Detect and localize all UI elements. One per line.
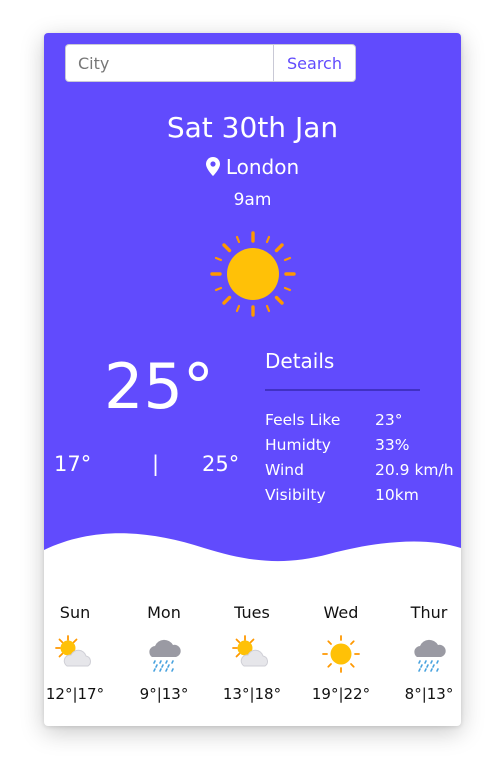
current-time: 9am (233, 190, 272, 210)
forecast-day-name: Thur (410, 603, 448, 622)
details-list: Feels Like 23° Humidty 33% Wind 20.9 km/… (265, 411, 461, 511)
search-button[interactable]: Search (273, 44, 356, 82)
forecast-temperatures: 12°|17° (45, 685, 105, 703)
detail-label: Visibilty (265, 486, 326, 504)
location-name: London (225, 155, 300, 179)
forecast-day-name: Mon (147, 603, 181, 622)
partly-cloudy-icon (55, 635, 91, 667)
detail-row-visibility: Visibilty 10km (265, 486, 461, 511)
detail-row-wind: Wind 20.9 km/h (265, 461, 461, 486)
low-temperature: 17° (54, 452, 92, 476)
weather-card: Search Sat 30th Jan London 9am (44, 33, 461, 726)
forecast-temperatures: 9°|13° (139, 685, 189, 703)
high-temperature: 25° (202, 452, 240, 476)
current-weather-panel: Search Sat 30th Jan London 9am (44, 33, 461, 573)
detail-label: Humidty (265, 436, 331, 454)
partly-cloudy-icon (232, 635, 268, 667)
forecast-list: Sun 12°|17° Mon 9°|13° Tues 13°|18° Wed … (44, 603, 461, 713)
forecast-temperatures: 13°|18° (222, 685, 282, 703)
current-location: London (44, 155, 461, 179)
detail-row-feels-like: Feels Like 23° (265, 411, 461, 436)
detail-row-humidity: Humidty 33% (265, 436, 461, 461)
forecast-day-name: Sun (59, 603, 91, 622)
forecast-day-tues: Tues 13°|18° (207, 603, 297, 703)
current-date: Sat 30th Jan (166, 111, 339, 144)
forecast-temperatures: 19°|22° (311, 685, 371, 703)
current-temperature: 25° (104, 350, 214, 423)
detail-value: 33% (375, 436, 410, 454)
forecast-day-thur: Thur 8°|13° (384, 603, 461, 703)
forecast-day-name: Tues (234, 603, 270, 622)
detail-label: Feels Like (265, 411, 341, 429)
forecast-temperatures: 8°|13° (404, 685, 454, 703)
details-title: Details (265, 349, 335, 373)
detail-value: 10km (375, 486, 419, 504)
rain-cloud-icon (414, 639, 446, 672)
rain-cloud-icon (149, 639, 181, 672)
detail-value: 20.9 km/h (375, 461, 454, 479)
forecast-day-wed: Wed 19°|22° (296, 603, 386, 703)
wave-divider (44, 533, 461, 608)
sun-icon (322, 635, 360, 673)
range-separator: | (152, 452, 160, 476)
details-divider (265, 389, 420, 391)
location-pin-icon (205, 157, 220, 176)
forecast-day-sun: Sun 12°|17° (44, 603, 120, 703)
sun-icon (210, 231, 296, 317)
city-search-input[interactable] (65, 44, 274, 82)
forecast-day-name: Wed (323, 603, 359, 622)
forecast-day-mon: Mon 9°|13° (119, 603, 209, 703)
detail-value: 23° (375, 411, 403, 429)
detail-label: Wind (265, 461, 304, 479)
